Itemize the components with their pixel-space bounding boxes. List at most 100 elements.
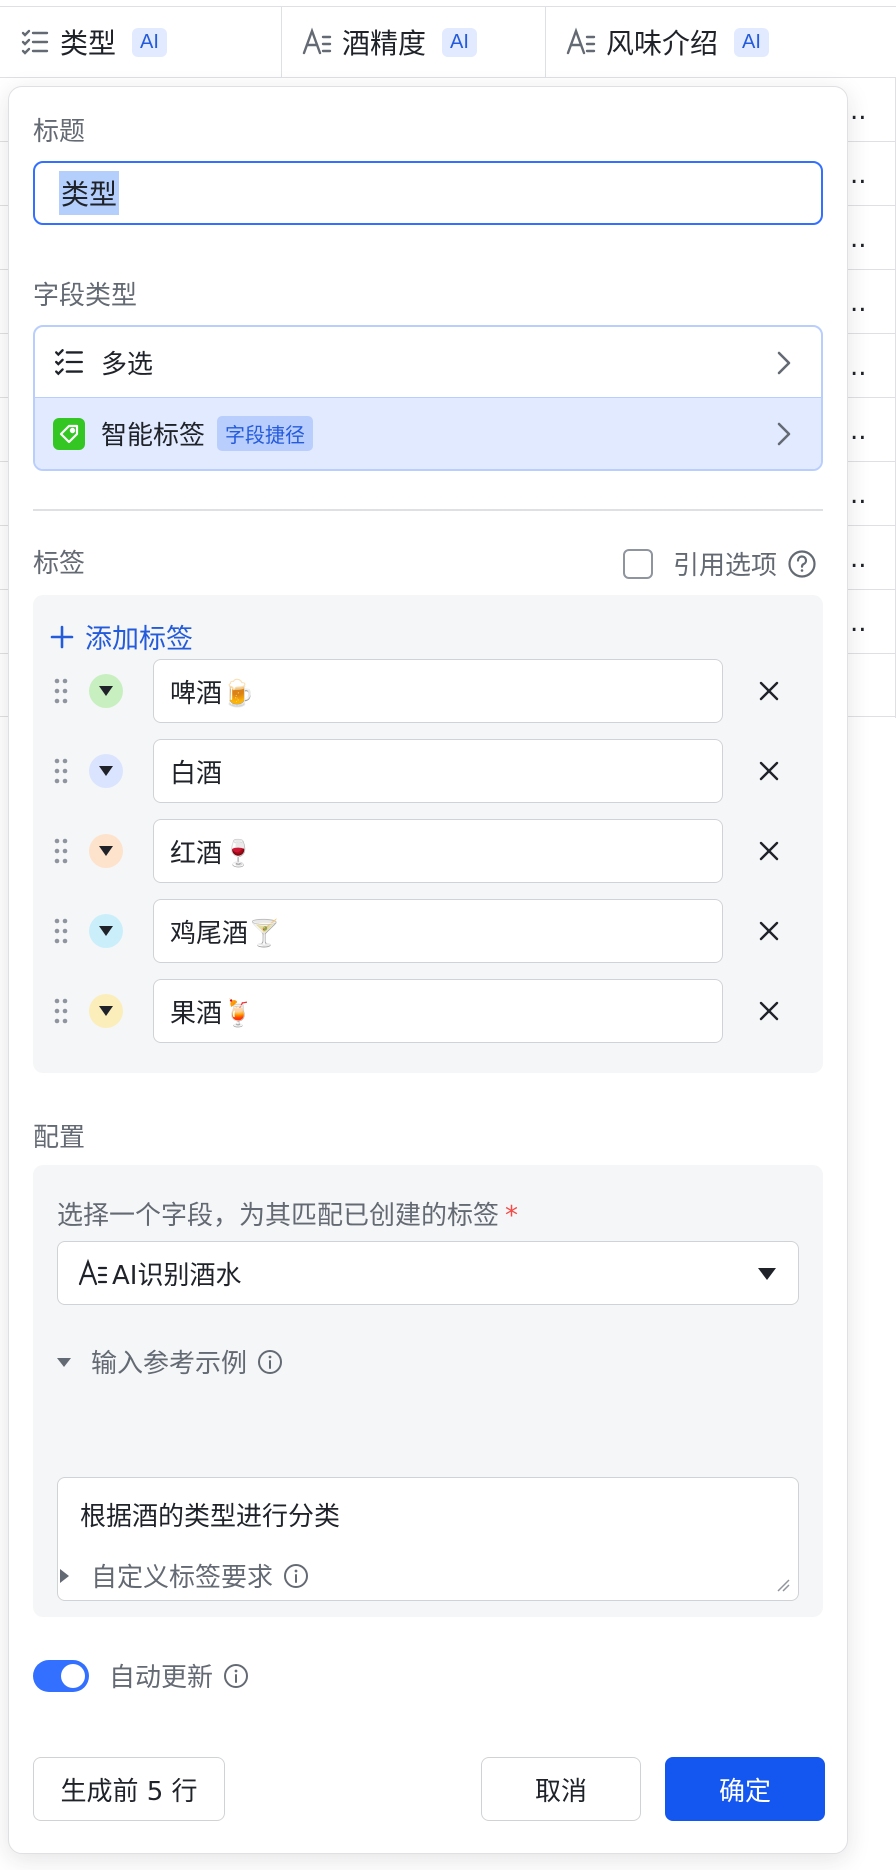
chevron-right-icon <box>777 351 791 375</box>
row-overflow-text: .. <box>850 224 867 254</box>
plus-icon <box>50 625 74 648</box>
close-icon[interactable] <box>757 839 781 863</box>
auto-update-label: 自动更新 <box>109 1663 214 1693</box>
column-header-flavor[interactable]: 风味介绍 AI <box>546 7 896 77</box>
info-icon[interactable] <box>283 1563 309 1589</box>
ai-badge: AI <box>734 27 769 57</box>
multi-select-icon <box>55 349 83 376</box>
auto-update-setting: 自动更新 <box>33 1657 249 1694</box>
tag-item: 鸡尾酒🍸 <box>33 899 823 963</box>
row-overflow-text: .. <box>850 288 867 318</box>
row-overflow-text: .. <box>850 96 867 126</box>
add-tag-button[interactable]: 添加标签 <box>49 617 193 656</box>
text-field-icon <box>566 27 596 55</box>
config-label: 配置 <box>33 1123 86 1153</box>
row-overflow-text: .. <box>850 160 867 190</box>
add-tag-label: 添加标签 <box>85 624 193 655</box>
toggle-knob <box>61 1663 85 1688</box>
close-icon[interactable] <box>757 999 781 1023</box>
text-field-icon <box>78 1258 108 1286</box>
custom-requirements-toggle[interactable]: 自定义标签要求 <box>57 1557 309 1594</box>
example-toggle[interactable]: 输入参考示例 <box>57 1343 283 1380</box>
row-overflow-text: .. <box>850 416 867 446</box>
generate-first-rows-button[interactable]: 生成前 5 行 <box>33 1757 225 1821</box>
field-type-label: 字段类型 <box>33 281 138 311</box>
row-overflow-text: .. <box>850 480 867 510</box>
example-textarea-value: 根据酒的类型进行分类 <box>80 1502 341 1532</box>
close-icon[interactable] <box>757 919 781 943</box>
example-toggle-label: 输入参考示例 <box>91 1349 248 1379</box>
title-input-value: 类型 <box>59 171 120 215</box>
confirm-button[interactable]: 确定 <box>665 1757 825 1821</box>
table-header: 类型 AI 酒精度 AI 风味介绍 AI <box>0 6 896 78</box>
drag-handle-icon[interactable] <box>53 917 69 945</box>
tag-input[interactable]: 鸡尾酒🍸 <box>153 899 723 963</box>
row-overflow-text: .. <box>850 544 867 574</box>
tag-item: 白酒 <box>33 739 823 803</box>
cancel-button[interactable]: 取消 <box>481 1757 641 1821</box>
field-shortcut-badge: 字段捷径 <box>217 416 314 451</box>
section-divider <box>33 509 823 511</box>
tag-item: 啤酒🍺 <box>33 659 823 723</box>
tag-input[interactable]: 啤酒🍺 <box>153 659 723 723</box>
caret-down-icon <box>99 846 113 856</box>
info-icon[interactable] <box>257 1349 283 1375</box>
triangle-right-icon <box>60 1568 69 1583</box>
field-shortcut-smart-tag[interactable]: 智能标签 字段捷径 <box>35 398 821 469</box>
tag-color-picker[interactable] <box>89 914 123 948</box>
column-header-alcohol[interactable]: 酒精度 AI <box>282 7 546 77</box>
tags-label: 标签 <box>33 549 86 579</box>
smart-tag-icon <box>53 417 85 450</box>
ai-badge: AI <box>442 27 477 57</box>
help-icon[interactable] <box>787 549 817 579</box>
tag-color-picker[interactable] <box>89 674 123 708</box>
info-icon[interactable] <box>223 1663 249 1689</box>
close-icon[interactable] <box>757 679 781 703</box>
drag-handle-icon[interactable] <box>53 677 69 705</box>
tag-color-picker[interactable] <box>89 994 123 1028</box>
field-type-name: 多选 <box>101 349 154 380</box>
row-overflow-text: .. <box>850 608 867 638</box>
field-select-prompt-text: 选择一个字段，为其匹配已创建的标签 <box>57 1201 500 1231</box>
drag-handle-icon[interactable] <box>53 997 69 1025</box>
column-title: 类型 <box>60 27 117 60</box>
reference-option-label: 引用选项 <box>673 551 778 581</box>
tag-item: 红酒🍷 <box>33 819 823 883</box>
triangle-down-icon <box>57 1357 71 1367</box>
reference-option-checkbox[interactable] <box>623 548 653 579</box>
resize-handle-icon[interactable] <box>776 1578 790 1592</box>
title-label: 标题 <box>33 117 86 147</box>
tag-input[interactable]: 果酒🍹 <box>153 979 723 1043</box>
caret-down-icon <box>99 926 113 936</box>
source-field-select[interactable]: AI识别酒水 <box>57 1241 799 1305</box>
text-field-icon <box>302 27 332 55</box>
tag-input[interactable]: 红酒🍷 <box>153 819 723 883</box>
source-field-value: AI识别酒水 <box>112 1260 242 1291</box>
required-mark: * <box>505 1201 519 1231</box>
drag-handle-icon[interactable] <box>53 837 69 865</box>
drag-handle-icon[interactable] <box>53 757 69 785</box>
tag-input[interactable]: 白酒 <box>153 739 723 803</box>
column-title: 酒精度 <box>342 27 427 60</box>
custom-requirements-label: 自定义标签要求 <box>91 1563 274 1593</box>
caret-down-icon <box>99 1006 113 1016</box>
column-header-type[interactable]: 类型 AI <box>0 7 282 77</box>
config-section: 选择一个字段，为其匹配已创建的标签 * AI识别酒水 输入参考示例 根据酒的类型进… <box>33 1165 823 1617</box>
caret-down-icon <box>99 766 113 776</box>
reference-option[interactable]: 引用选项 <box>623 545 817 582</box>
title-input[interactable]: 类型 <box>33 161 823 225</box>
tag-color-picker[interactable] <box>89 754 123 788</box>
tag-color-picker[interactable] <box>89 834 123 868</box>
field-type-multi-select[interactable]: 多选 <box>35 327 821 398</box>
field-select-prompt: 选择一个字段，为其匹配已创建的标签 * <box>57 1195 518 1232</box>
field-type-selector: 多选 智能标签 字段捷径 <box>33 325 823 471</box>
ai-badge: AI <box>132 27 167 57</box>
caret-down-icon <box>99 686 113 696</box>
column-title: 风味介绍 <box>606 27 719 60</box>
auto-update-toggle[interactable] <box>33 1659 89 1692</box>
caret-down-icon <box>758 1268 776 1280</box>
row-overflow-text: .. <box>850 352 867 382</box>
tag-item: 果酒🍹 <box>33 979 823 1043</box>
close-icon[interactable] <box>757 759 781 783</box>
tags-editor: 添加标签 啤酒🍺 白酒 红酒🍷 鸡尾酒🍸 果酒🍹 <box>33 595 823 1073</box>
